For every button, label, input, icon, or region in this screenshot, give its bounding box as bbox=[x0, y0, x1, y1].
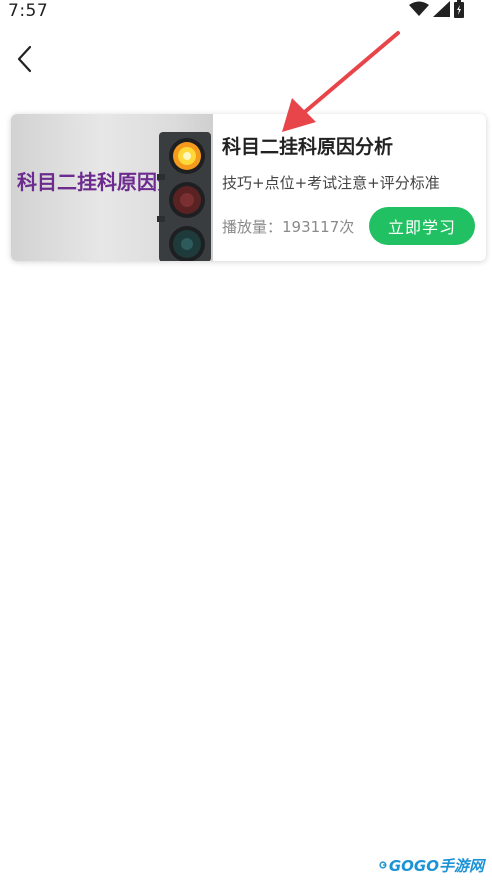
watermark-text: GOGO手游网 bbox=[388, 856, 484, 875]
course-subtitle: 技巧+点位+考试注意+评分标准 bbox=[222, 174, 440, 192]
status-bar: 7:57 bbox=[0, 0, 492, 24]
course-title[interactable]: 科目二挂科原因分析 bbox=[222, 132, 393, 159]
gogo-logo-icon bbox=[379, 861, 387, 869]
page: 7:57 科目二挂科原因分析 科目二挂科原因分析 技巧+点位+考试注意+评分标准… bbox=[0, 0, 492, 885]
watermark: GOGO手游网 bbox=[379, 852, 484, 878]
status-time: 7:57 bbox=[8, 1, 49, 21]
back-button[interactable] bbox=[10, 42, 44, 76]
battery-charging-icon bbox=[454, 0, 464, 22]
signal-icon bbox=[433, 1, 450, 21]
traffic-light-icon bbox=[157, 132, 211, 261]
wifi-icon bbox=[409, 1, 429, 21]
course-info: 科目二挂科原因分析 技巧+点位+考试注意+评分标准 播放量：193117次 立即… bbox=[222, 114, 486, 261]
play-count: 播放量：193117次 bbox=[222, 218, 355, 236]
course-card[interactable]: 科目二挂科原因分析 科目二挂科原因分析 技巧+点位+考试注意+评分标准 播放量： bbox=[11, 114, 486, 261]
study-now-button[interactable]: 立即学习 bbox=[369, 207, 475, 245]
course-thumbnail[interactable]: 科目二挂科原因分析 bbox=[11, 114, 213, 261]
chevron-left-icon bbox=[17, 45, 32, 73]
status-icons bbox=[409, 0, 464, 22]
